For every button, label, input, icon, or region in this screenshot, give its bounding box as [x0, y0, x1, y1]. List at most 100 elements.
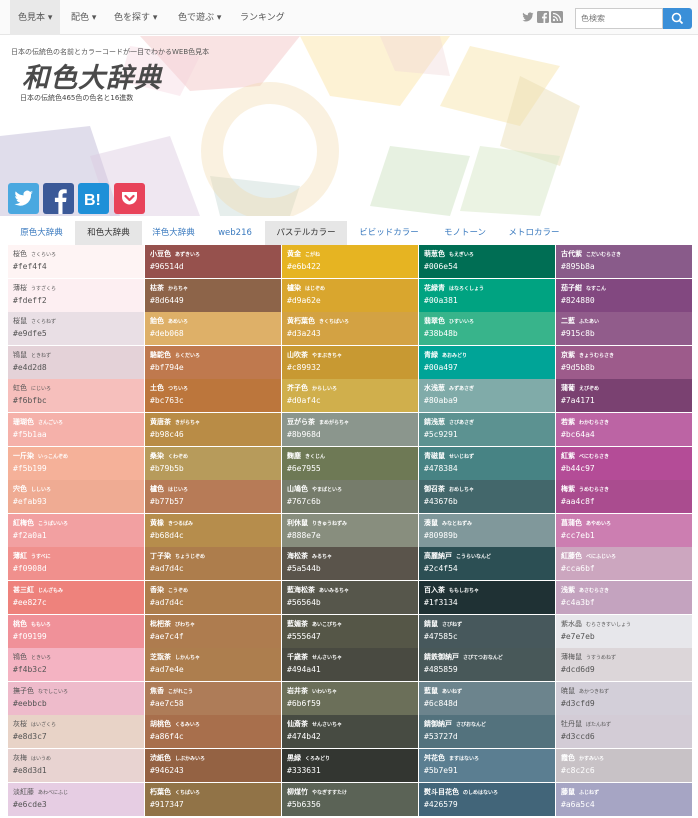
share-hatena-bookmark-button[interactable]: B!	[78, 183, 109, 214]
color-swatch[interactable]: 飴色 あめいろ #deb068	[145, 312, 281, 346]
color-swatch[interactable]: 紅梅色 こうばいいろ #f2a0a1	[8, 513, 144, 547]
nav-item-play-with-color[interactable]: 色で遊ぶ ▾	[170, 0, 229, 35]
color-swatch[interactable]: 暁鼠 あかつきねず #d3cfd9	[556, 681, 692, 715]
color-swatch[interactable]: 錆御納戸 さびおなんど #53727d	[419, 715, 555, 749]
color-swatch[interactable]: 熨斗目花色 のしめはないろ #426579	[419, 782, 555, 816]
color-swatch[interactable]: 錆浅葱 さびあさぎ #5c9291	[419, 413, 555, 446]
color-swatch[interactable]: 甚三紅 じんざもみ #ee827c	[8, 581, 144, 614]
tab-pastel-colors[interactable]: パステルカラー	[265, 221, 347, 245]
color-swatch[interactable]: 高麗納戸 こうらいなんど #2c4f54	[419, 547, 555, 581]
color-swatch[interactable]: 菖蒲色 あやめいろ #cc7eb1	[556, 513, 692, 547]
color-swatch[interactable]: 山吹茶 やまぶきちゃ #c89932	[282, 345, 418, 379]
color-swatch[interactable]: 藍鼠 あいねず #6c848d	[419, 681, 555, 715]
color-swatch[interactable]: 黄橡 きつるばみ #b68d4c	[145, 513, 281, 547]
color-swatch[interactable]: 珊瑚色 さんごいろ #f5b1aa	[8, 413, 144, 446]
color-swatch[interactable]: 紅紫 べにむらさき #b44c97	[556, 446, 692, 480]
color-swatch[interactable]: 鴇色 ときいろ #f4b3c2	[8, 648, 144, 682]
color-swatch[interactable]: 黄金 こがね #e6b422	[282, 245, 418, 278]
color-swatch[interactable]: 灰桜 はいざくら #e8d3c7	[8, 715, 144, 749]
color-swatch[interactable]: 淡紅藤 あわべにふじ #e6cde3	[8, 782, 144, 816]
site-logo[interactable]: 和色大辞典	[22, 56, 162, 95]
color-swatch[interactable]: 花緑青 はなろくしょう #00a381	[419, 278, 555, 312]
color-swatch[interactable]: 駱駝色 らくだいろ #bf794e	[145, 345, 281, 379]
nav-item-ranking[interactable]: ランキング	[232, 0, 293, 35]
color-swatch[interactable]: 二藍 ふたあい #915c8b	[556, 312, 692, 346]
color-swatch[interactable]: 山鳩色 やまばといろ #767c6b	[282, 480, 418, 514]
tab-primary-colors[interactable]: 原色大辞典	[8, 221, 75, 245]
color-swatch[interactable]: 黒緑 くろみどり #333631	[282, 749, 418, 782]
tab-vivid-colors[interactable]: ビビッドカラー	[347, 221, 431, 245]
tab-monotone[interactable]: モノトーン	[431, 221, 499, 245]
color-swatch[interactable]: 黄朽葉色 きくちばいろ #d3a243	[282, 312, 418, 346]
color-swatch[interactable]: 黄唐茶 きがらちゃ #b98c46	[145, 413, 281, 446]
color-swatch[interactable]: 利休鼠 りきゅうねずみ #888e7e	[282, 513, 418, 547]
color-swatch[interactable]: 牡丹鼠 ぼたんねず #d3ccd6	[556, 715, 692, 749]
color-swatch[interactable]: 芝翫茶 しかんちゃ #ad7e4e	[145, 648, 281, 682]
facebook-icon[interactable]	[537, 11, 549, 23]
color-swatch[interactable]: 灰梅 はいうめ #e8d3d1	[8, 749, 144, 782]
color-swatch[interactable]: 千歳茶 せんさいちゃ #494a41	[282, 648, 418, 682]
color-swatch[interactable]: 京紫 きょうむらさき #9d5b8b	[556, 345, 692, 379]
color-swatch[interactable]: 虹色 にじいろ #f6bfbc	[8, 379, 144, 413]
color-swatch[interactable]: 枯茶 からちゃ #8d6449	[145, 278, 281, 312]
color-swatch[interactable]: 櫨色 はじいろ #b77b57	[145, 480, 281, 514]
color-swatch[interactable]: 焦香 こがれこう #ae7c58	[145, 681, 281, 715]
color-swatch[interactable]: 萌葱色 もえぎいろ #006e54	[419, 245, 555, 278]
color-swatch[interactable]: 麴塵 きくじん #6e7955	[282, 446, 418, 480]
nav-item-color-samples[interactable]: 色見本 ▾	[10, 0, 61, 35]
tab-metro-colors[interactable]: メトロカラー	[499, 221, 569, 245]
color-swatch[interactable]: 湊鼠 みなとねずみ #80989b	[419, 513, 555, 547]
color-swatch[interactable]: 蒲葡 えびぞめ #7a4171	[556, 379, 692, 413]
color-swatch[interactable]: 仙斎茶 せんさいちゃ #474b42	[282, 715, 418, 749]
color-swatch[interactable]: 紫水晶 むらさきすいしょう #e7e7eb	[556, 614, 692, 648]
color-swatch[interactable]: 宍色 ししいろ #efab93	[8, 480, 144, 514]
color-swatch[interactable]: 舛花色 ますはないろ #5b7e91	[419, 749, 555, 782]
color-swatch[interactable]: 枇杷茶 びわちゃ #ae7c4f	[145, 614, 281, 648]
share-facebook-button[interactable]	[43, 183, 74, 214]
color-swatch[interactable]: 岩井茶 いわいちゃ #6b6f59	[282, 681, 418, 715]
search-button[interactable]	[663, 8, 692, 29]
color-swatch[interactable]: 小豆色 あずきいろ #96514d	[145, 245, 281, 278]
share-pocket-button[interactable]	[114, 183, 145, 214]
tab-western-colors[interactable]: 洋色大辞典	[142, 221, 205, 245]
color-swatch[interactable]: 柳煤竹 やなぎすすたけ #5b6356	[282, 782, 418, 816]
color-swatch[interactable]: 胡桃色 くるみいろ #a86f4c	[145, 715, 281, 749]
color-swatch[interactable]: 香染 こうぞめ #ad7d4c	[145, 581, 281, 614]
nav-item-color-scheme[interactable]: 配色 ▾	[63, 0, 104, 35]
color-swatch[interactable]: 藍媚茶 あいこびちゃ #555647	[282, 614, 418, 648]
color-swatch[interactable]: 海松茶 みるちゃ #5a544b	[282, 547, 418, 581]
color-swatch[interactable]: 若紫 わかむらさき #bc64a4	[556, 413, 692, 446]
color-swatch[interactable]: 朽葉色 くちばいろ #917347	[145, 782, 281, 816]
color-swatch[interactable]: 渋紙色 しぶかみいろ #946243	[145, 749, 281, 782]
color-swatch[interactable]: 鴇鼠 ときねず #e4d2d8	[8, 345, 144, 379]
share-twitter-button[interactable]	[8, 183, 39, 214]
color-swatch[interactable]: 紅藤色 べにふじいろ #cca6bf	[556, 547, 692, 581]
color-swatch[interactable]: 青緑 あおみどり #00a497	[419, 345, 555, 379]
color-swatch[interactable]: 一斤染 いっこんぞめ #f5b199	[8, 446, 144, 480]
color-swatch[interactable]: 豆がら茶 まめがらちゃ #8b968d	[282, 413, 418, 446]
color-swatch[interactable]: 芥子色 からしいろ #d0af4c	[282, 379, 418, 413]
color-swatch[interactable]: 土色 つちいろ #bc763c	[145, 379, 281, 413]
color-swatch[interactable]: 薄梅鼠 うすうめねず #dcd6d9	[556, 648, 692, 682]
color-swatch[interactable]: 浅紫 あさむらさき #c4a3bf	[556, 581, 692, 614]
color-swatch[interactable]: 丁子染 ちょうじぞめ #ad7d4c	[145, 547, 281, 581]
color-swatch[interactable]: 桜鼠 さくらねず #e9dfe5	[8, 312, 144, 346]
color-swatch[interactable]: 霞色 かすみいろ #c8c2c6	[556, 749, 692, 782]
color-swatch[interactable]: 桃色 ももいろ #f09199	[8, 614, 144, 648]
color-swatch[interactable]: 錆鼠 さびねず #47585c	[419, 614, 555, 648]
color-swatch[interactable]: 翡翠色 ひすいいろ #38b48b	[419, 312, 555, 346]
color-swatch[interactable]: 桜色 さくらいろ #fef4f4	[8, 245, 144, 278]
color-swatch[interactable]: 水浅葱 みずあさぎ #80aba9	[419, 379, 555, 413]
rss-icon[interactable]	[551, 11, 563, 23]
color-swatch[interactable]: 薄紅 うすべに #f0908d	[8, 547, 144, 581]
color-swatch[interactable]: 梅紫 うめむらさき #aa4c8f	[556, 480, 692, 514]
color-swatch[interactable]: 茄子紺 なすこん #824880	[556, 278, 692, 312]
tab-web216[interactable]: web216	[205, 221, 265, 245]
nav-item-find-color[interactable]: 色を探す ▾	[106, 0, 165, 35]
color-swatch[interactable]: 青磁鼠 せいじねず #478384	[419, 446, 555, 480]
search-input[interactable]	[575, 8, 663, 29]
color-swatch[interactable]: 錆鉄御納戸 さびてつおなんど #485859	[419, 648, 555, 682]
color-swatch[interactable]: 薄桜 うすざくら #fdeff2	[8, 278, 144, 312]
color-swatch[interactable]: 撫子色 なでしこいろ #eebbcb	[8, 681, 144, 715]
color-swatch[interactable]: 百入茶 ももしおちゃ #1f3134	[419, 581, 555, 614]
